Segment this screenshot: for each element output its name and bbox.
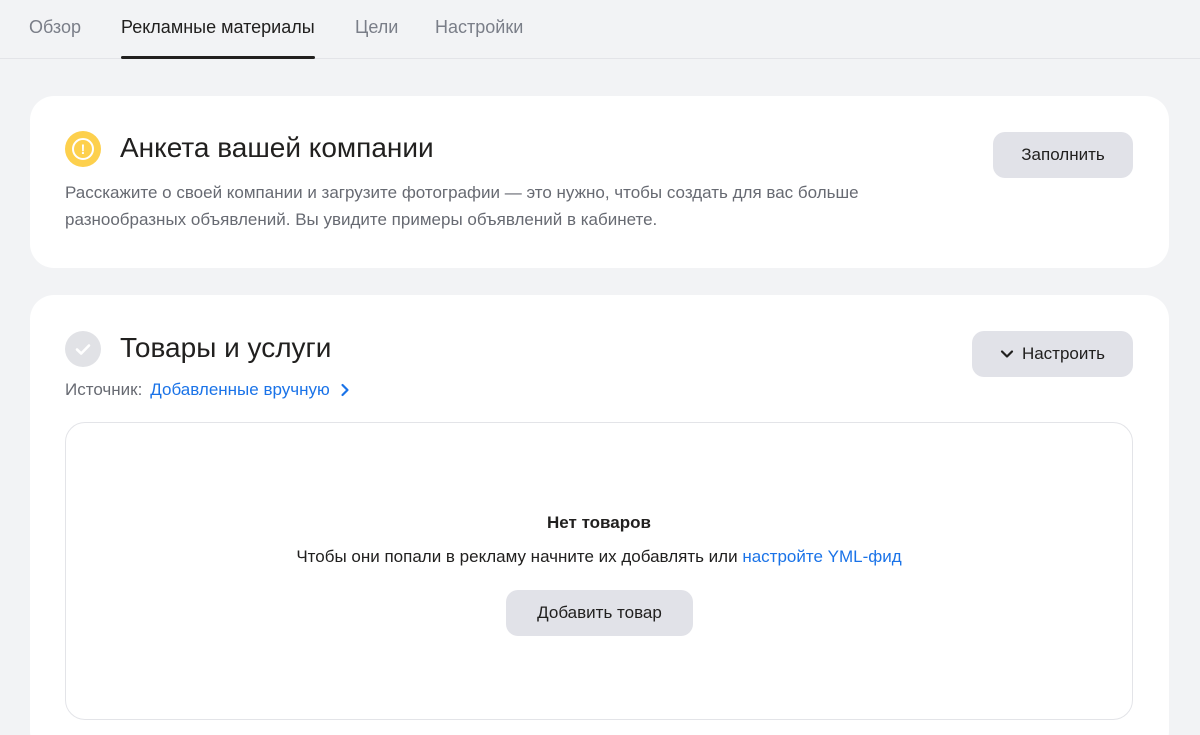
- tab-overview[interactable]: Обзор: [29, 17, 81, 59]
- add-product-button[interactable]: Добавить товар: [506, 590, 693, 636]
- empty-title: Нет товаров: [547, 513, 651, 532]
- company-card-description: Расскажите о своей компании и загрузите …: [65, 183, 859, 229]
- chevron-right-icon[interactable]: [340, 383, 350, 397]
- company-card-title: Анкета вашей компании: [120, 132, 434, 163]
- tab-settings[interactable]: Настройки: [435, 17, 523, 59]
- tab-goals[interactable]: Цели: [355, 17, 398, 59]
- tab-bar: Обзор Рекламные материалы Цели Настройки: [0, 0, 1200, 59]
- chevron-down-icon: [1000, 349, 1014, 359]
- tab-ad-materials[interactable]: Рекламные материалы: [121, 17, 315, 59]
- yml-feed-link[interactable]: настройте YML-фид: [742, 547, 901, 566]
- empty-products-box: Нет товаров Чтобы они попали в рекламу н…: [65, 422, 1133, 720]
- source-link[interactable]: Добавленные вручную: [150, 380, 329, 400]
- fill-button[interactable]: Заполнить: [993, 132, 1133, 178]
- products-card-title: Товары и услуги: [120, 332, 332, 363]
- check-icon: [65, 331, 101, 367]
- setup-button-label: Настроить: [1021, 344, 1106, 363]
- warning-icon: !: [65, 131, 101, 167]
- source-row: Источник: Добавленные вручную: [65, 380, 350, 400]
- products-card: Товары и услуги Настроить Источник: Доба…: [30, 295, 1169, 735]
- company-profile-card: ! Анкета вашей компании Расскажите о сво…: [30, 96, 1169, 268]
- setup-button[interactable]: Настроить: [972, 331, 1133, 377]
- empty-text-body: Чтобы они попали в рекламу начните их до…: [296, 547, 743, 566]
- source-label: Источник:: [65, 380, 143, 399]
- empty-text: Чтобы они попали в рекламу начните их до…: [66, 547, 1132, 567]
